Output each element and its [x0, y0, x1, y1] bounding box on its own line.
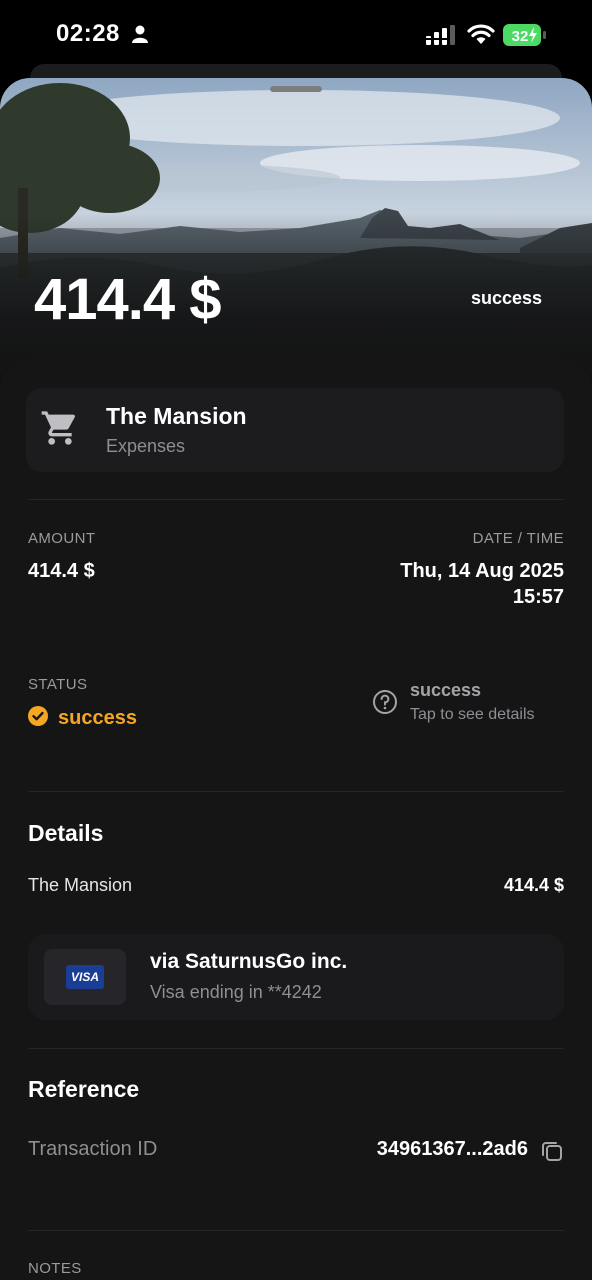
help-subtitle: Tap to see details [410, 706, 535, 723]
hero-amount: 414.4 $ [34, 267, 222, 332]
hero-image: 414.4 $ success [0, 78, 592, 378]
check-circle-icon [28, 706, 48, 731]
amount-value: 414.4 $ [28, 560, 95, 582]
status-indicator: success [28, 706, 137, 731]
cart-icon [40, 408, 80, 453]
status-label: STATUS [28, 676, 88, 693]
merchant-name: The Mansion [106, 403, 247, 429]
details-title: Details [28, 820, 104, 846]
reference-title: Reference [28, 1076, 140, 1102]
help-title: success [410, 680, 482, 700]
hero-status: success [470, 288, 542, 308]
detail-item-name: The Mansion [28, 875, 133, 895]
status-bar: 02:28 32 [0, 0, 592, 70]
amount-label: AMOUNT [28, 530, 96, 547]
detail-item-amount: 414.4 $ [503, 875, 564, 895]
person-icon [132, 25, 148, 48]
merchant-category: Expenses [106, 436, 186, 456]
question-circle-icon [372, 689, 398, 720]
payment-method-card[interactable]: VISA via SaturnusGo inc. Visa ending in … [28, 934, 564, 1020]
wifi-icon [467, 24, 495, 49]
datetime-label: DATE / TIME [472, 530, 564, 547]
date-value: Thu, 14 Aug 2025 [400, 560, 564, 582]
status-time: 02:28 [56, 20, 120, 47]
status-value: success [58, 707, 137, 729]
divider [28, 1048, 564, 1049]
visa-logo: VISA [66, 965, 104, 989]
time-value: 15:57 [512, 586, 564, 608]
payment-provider: via SaturnusGo inc. [150, 950, 348, 973]
payment-card-info: Visa ending in **4242 [150, 982, 322, 1002]
copy-icon[interactable] [540, 1139, 564, 1168]
divider [28, 499, 564, 500]
notes-label: NOTES [28, 1260, 82, 1277]
battery-icon: 32 [503, 24, 547, 51]
details-panel: The Mansion Expenses AMOUNT 414.4 $ DATE… [0, 358, 592, 1280]
visa-card-icon: VISA [44, 949, 126, 1005]
cellular-signal-icon [426, 25, 456, 50]
battery-level: 32 [512, 28, 529, 45]
transaction-id-value[interactable]: 34961367...2ad6 [377, 1138, 528, 1161]
merchant-card[interactable]: The Mansion Expenses [26, 388, 564, 472]
divider [28, 791, 564, 792]
sheet-grabber[interactable] [270, 86, 322, 92]
transaction-sheet[interactable]: 414.4 $ success The Mansion Expenses AMO… [0, 78, 592, 1280]
divider [28, 1230, 564, 1231]
transaction-id-label: Transaction ID [28, 1138, 158, 1160]
